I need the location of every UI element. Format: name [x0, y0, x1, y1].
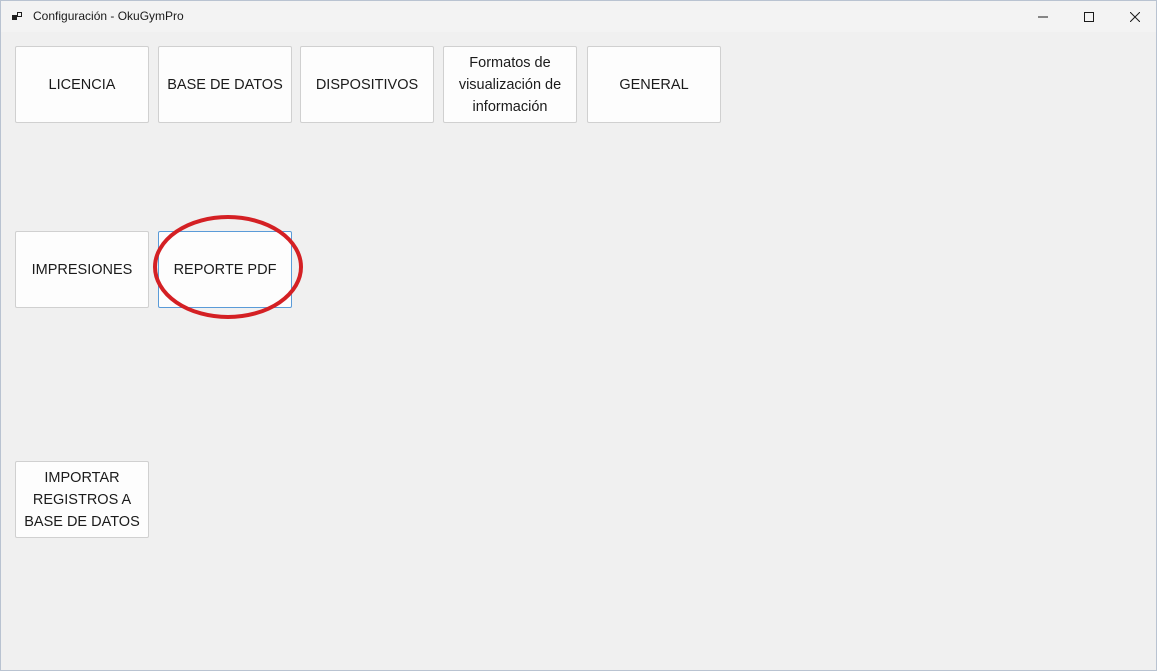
impresiones-button[interactable]: IMPRESIONES: [15, 231, 149, 308]
close-icon: [1130, 11, 1140, 22]
window-title: Configuración - OkuGymPro: [33, 9, 184, 23]
importar-registros-button[interactable]: IMPORTAR REGISTROS A BASE DE DATOS: [15, 461, 149, 538]
close-button[interactable]: [1112, 1, 1157, 32]
minimize-icon: [1038, 16, 1048, 17]
app-icon: [12, 12, 22, 20]
minimize-button[interactable]: [1020, 1, 1066, 32]
base-de-datos-button[interactable]: BASE DE DATOS: [158, 46, 292, 123]
configuration-window: Configuración - OkuGymPro LICENCIA BASE …: [0, 0, 1157, 671]
general-button[interactable]: GENERAL: [587, 46, 721, 123]
reporte-pdf-button[interactable]: REPORTE PDF: [158, 231, 292, 308]
dispositivos-button[interactable]: DISPOSITIVOS: [300, 46, 434, 123]
maximize-icon: [1084, 11, 1094, 22]
licencia-button[interactable]: LICENCIA: [15, 46, 149, 123]
maximize-button[interactable]: [1066, 1, 1112, 32]
formatos-visualizacion-button[interactable]: Formatos de visualización de información: [443, 46, 577, 123]
title-bar[interactable]: Configuración - OkuGymPro: [1, 1, 1156, 32]
